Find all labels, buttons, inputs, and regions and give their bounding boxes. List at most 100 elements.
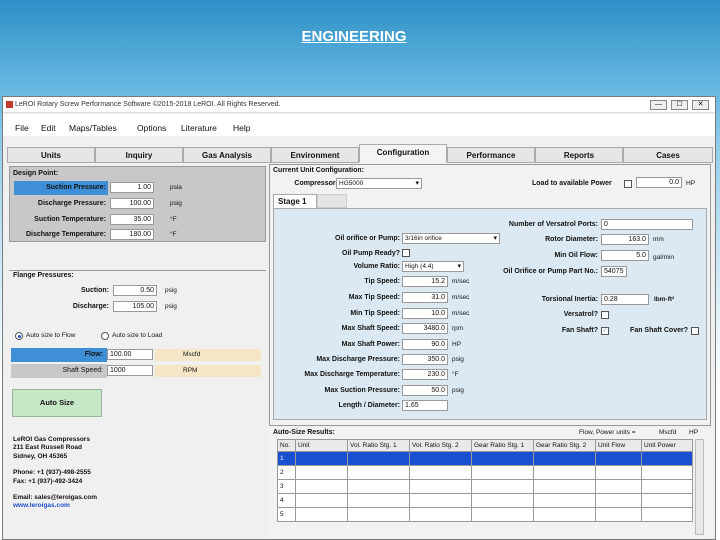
flow-input[interactable]: 100.00 <box>107 349 153 360</box>
design-point-panel: Design Point: Suction Pressure: 1.00 psi… <box>9 166 266 242</box>
fan-shaft-cover-checkbox[interactable] <box>691 327 699 335</box>
table-row[interactable]: 5 <box>277 507 693 522</box>
power-input[interactable]: 0.0 <box>636 177 682 188</box>
tip-speed-input[interactable]: 15.2 <box>402 276 448 287</box>
table-cell <box>471 507 534 522</box>
menu-help[interactable]: Help <box>233 123 250 133</box>
suction-pressure-input[interactable]: 1.00 <box>110 182 154 193</box>
load-to-power-checkbox[interactable] <box>624 180 632 188</box>
min-tip-speed-input[interactable]: 10.0 <box>402 308 448 319</box>
menu-edit[interactable]: Edit <box>41 123 56 133</box>
discharge-temperature-unit: °F <box>170 231 177 238</box>
discharge-temperature-label: Discharge Temperature: <box>25 231 106 238</box>
company-website[interactable]: www.leroigas.com <box>13 502 143 510</box>
company-fax: Fax: +1 (937)-492-3424 <box>13 477 83 485</box>
length-diameter-input[interactable]: 1.65 <box>402 400 448 411</box>
suction-temperature-input[interactable]: 35.00 <box>110 214 154 225</box>
versatrol-checkbox[interactable] <box>601 311 609 319</box>
results-header-row: No. Unit Vol. Ratio Stg. 1 Vol. Ratio St… <box>277 439 693 452</box>
auto-size-results-title: Auto-Size Results: <box>273 429 335 436</box>
company-info: LeROI Gas Compressors 211 East Russell R… <box>13 436 143 511</box>
table-cell <box>595 451 642 466</box>
stage-1-tab[interactable]: Stage 1 <box>273 194 317 208</box>
menu-bar: File Edit Maps/Tables Options Literature… <box>3 114 715 136</box>
tab-reports[interactable]: Reports <box>535 147 623 163</box>
power-unit: HP <box>686 180 696 187</box>
auto-size-load-radio[interactable] <box>101 332 109 340</box>
close-button[interactable]: ✕ <box>692 100 709 110</box>
auto-size-flow-radio[interactable] <box>15 332 23 340</box>
tab-gas-analysis[interactable]: Gas Analysis <box>183 147 271 163</box>
max-suction-pressure-unit: psig <box>452 387 464 394</box>
table-cell <box>533 479 596 494</box>
min-oil-flow-input[interactable]: 5.0 <box>601 250 649 261</box>
current-config-title: Current Unit Configuration: <box>273 167 364 174</box>
flow-label: Flow: <box>84 351 103 358</box>
oil-part-no-input[interactable]: 54075 <box>601 266 627 277</box>
table-row[interactable]: 1 <box>277 451 693 466</box>
max-suction-pressure-label: Max Suction Pressure: <box>324 387 400 394</box>
rotor-diameter-input[interactable]: 163.0 <box>601 234 649 245</box>
fan-shaft-label: Fan Shaft? <box>561 327 598 334</box>
flange-suction-unit: psig <box>165 287 177 294</box>
table-cell <box>595 507 642 522</box>
table-row[interactable]: 3 <box>277 479 693 494</box>
row-number: 3 <box>277 479 296 494</box>
flange-pressures-title: Flange Pressures: <box>13 272 74 279</box>
results-scrollbar[interactable] <box>695 439 704 535</box>
menu-maps-tables[interactable]: Maps/Tables <box>69 123 117 133</box>
max-suction-pressure-input[interactable]: 50.0 <box>402 385 448 396</box>
max-discharge-pressure-input[interactable]: 350.0 <box>402 354 448 365</box>
col-vol-ratio-1: Vol. Ratio Stg. 1 <box>347 439 410 452</box>
table-cell <box>471 479 534 494</box>
row-number: 1 <box>277 451 296 466</box>
max-shaft-speed-input[interactable]: 3480.0 <box>402 323 448 334</box>
fan-shaft-checkbox[interactable]: ✓ <box>601 327 609 335</box>
results-units-note: Flow, Power units = <box>579 429 636 436</box>
discharge-pressure-unit: psig <box>170 200 182 207</box>
max-discharge-pressure-unit: psig <box>452 356 464 363</box>
flow-unit: Mscfd <box>183 351 201 358</box>
compressor-select[interactable]: HG5000 <box>336 178 422 189</box>
discharge-pressure-input[interactable]: 100.00 <box>110 198 154 209</box>
rotor-diameter-label: Rotor Diameter: <box>545 236 598 243</box>
table-cell <box>409 507 472 522</box>
max-discharge-temp-input[interactable]: 230.0 <box>402 369 448 380</box>
flange-pressures-panel: Flange Pressures: Suction: 0.50 psig Dis… <box>9 270 266 320</box>
suction-pressure-unit: psia <box>170 184 182 191</box>
flange-discharge-input[interactable]: 105.00 <box>113 301 157 312</box>
company-spacer-2 <box>13 486 143 494</box>
auto-size-results-panel: Auto-Size Results: Flow, Power units = M… <box>269 428 711 538</box>
tab-environment[interactable]: Environment <box>271 147 359 163</box>
shaft-speed-input[interactable]: 1000 <box>107 365 153 376</box>
versatrol-ports-input[interactable]: 0 <box>601 219 693 230</box>
tab-inquiry[interactable]: Inquiry <box>95 147 183 163</box>
max-tip-speed-input[interactable]: 31.0 <box>402 292 448 303</box>
company-address2: Sidney, OH 45365 <box>13 452 68 460</box>
menu-options[interactable]: Options <box>137 123 166 133</box>
table-row[interactable]: 2 <box>277 465 693 480</box>
minimize-button[interactable]: — <box>650 100 667 110</box>
discharge-pressure-label: Discharge Pressure: <box>37 200 106 207</box>
tab-cases[interactable]: Cases <box>623 147 713 163</box>
flange-suction-label: Suction: <box>81 287 109 294</box>
tab-configuration[interactable]: Configuration <box>359 144 447 163</box>
tab-performance[interactable]: Performance <box>447 147 535 163</box>
table-cell <box>295 479 348 494</box>
table-row[interactable]: 4 <box>277 493 693 508</box>
app-icon <box>6 101 13 108</box>
max-shaft-power-input[interactable]: 90.0 <box>402 339 448 350</box>
table-cell <box>595 493 642 508</box>
volume-ratio-select[interactable]: High (4.4) <box>402 261 464 272</box>
menu-literature[interactable]: Literature <box>181 123 217 133</box>
tab-units[interactable]: Units <box>7 147 95 163</box>
auto-size-button[interactable]: Auto Size <box>12 389 102 417</box>
row-number: 4 <box>277 493 296 508</box>
torsional-inertia-input[interactable]: 0.28 <box>601 294 649 305</box>
maximize-button[interactable]: ☐ <box>671 100 688 110</box>
flange-suction-input[interactable]: 0.50 <box>113 285 157 296</box>
menu-file[interactable]: File <box>15 123 29 133</box>
row-number: 5 <box>277 507 296 522</box>
discharge-temperature-input[interactable]: 180.00 <box>110 229 154 240</box>
oil-pump-ready-checkbox[interactable] <box>402 249 410 257</box>
